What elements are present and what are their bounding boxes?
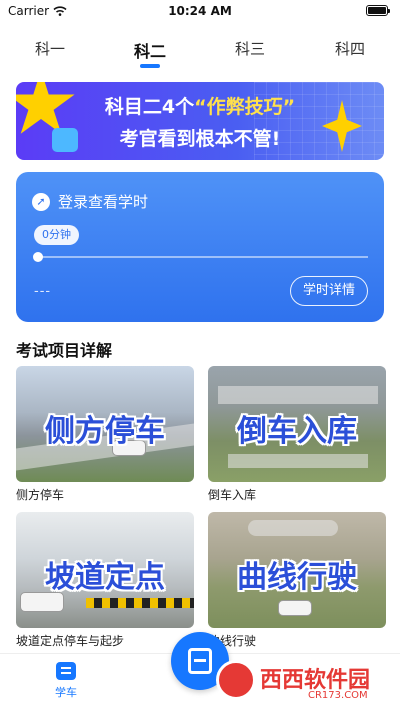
tab-subject-4[interactable]: 科四 [300,34,400,68]
exam-item-thumbnail: 侧方停车 [16,366,194,482]
banner-headline: 科目二4个“作弊技巧” [16,92,384,119]
exam-item-thumb-label: 倒车入库 [237,414,357,449]
exam-item-thumbnail: 曲线行驶 [208,512,386,628]
status-bar: Carrier 10:24 AM [0,0,400,22]
exam-item-thumb-label: 坡道定点 [45,560,165,595]
exam-item-hill-start[interactable]: 坡道定点 坡道定点停车与起步 [16,512,194,649]
exam-item-caption: 曲线行驶 [208,634,257,648]
login-to-view-hours-link[interactable]: 登录查看学时 [58,191,148,212]
watermark-logo: 西西软件园 CR173.COM [216,658,386,704]
exam-item-caption: 倒车入库 [208,488,257,502]
exam-item-thumbnail: 倒车入库 [208,366,386,482]
promo-banner[interactable]: 科目二4个“作弊技巧” 考官看到根本不管! [16,82,384,160]
subject-tabs: 科一 科二 科三 科四 [0,34,400,68]
exam-item-thumb-label: 侧方停车 [45,414,165,449]
study-progress-track [36,256,368,258]
exam-item-caption: 坡道定点停车与起步 [16,634,125,648]
minutes-badge: 0分钟 [34,225,79,245]
exam-item-caption: 侧方停车 [16,488,65,502]
battery-icon [366,5,390,16]
exam-item-curve-driving[interactable]: 曲线行驶 曲线行驶 [208,512,386,649]
study-progress-knob [33,252,43,262]
tabbar-item-learn[interactable]: 学车 [44,662,88,700]
bottom-tab-bar: 学车 西西软件园 CR173.COM [0,632,400,711]
tab-subject-3[interactable]: 科三 [200,34,300,68]
exam-item-thumbnail: 坡道定点 [16,512,194,628]
section-title: 考试项目详解 [16,341,113,360]
battery-fill [368,7,386,14]
status-time: 10:24 AM [168,4,232,18]
learn-icon [56,662,76,680]
rocket-icon: ➚ [32,193,50,211]
banner-subline: 考官看到根本不管! [119,128,281,150]
banner-headline-highlight: “作弊技巧” [194,96,296,118]
banner-headline-prefix: 科目二4个 [104,96,195,118]
tab-subject-2[interactable]: 科二 [100,34,200,68]
tab-subject-1[interactable]: 科一 [0,34,100,68]
watermark-circle-icon [216,660,256,700]
tabbar-label-learn: 学车 [55,686,77,699]
exam-item-reverse-parking[interactable]: 倒车入库 倒车入库 [208,366,386,503]
watermark-subtext: CR173.COM [308,690,368,701]
study-hours-card: ➚ 登录查看学时 0分钟 --- 学时详情 [16,172,384,322]
exam-item-parallel-parking[interactable]: 侧方停车 侧方停车 [16,366,194,503]
scan-icon [188,648,212,674]
study-hours-detail-button[interactable]: 学时详情 [289,276,368,306]
exam-item-thumb-label: 曲线行驶 [237,560,357,595]
study-placeholder-value: --- [34,284,52,299]
